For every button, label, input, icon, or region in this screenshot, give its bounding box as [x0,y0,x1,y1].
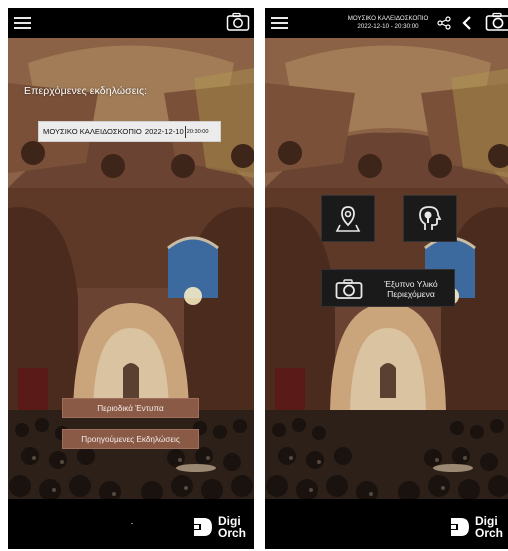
bottom-bar: Digi Orch [8,499,254,549]
camera-icon[interactable] [485,12,508,32]
footer-mark [131,523,133,524]
bottom-bar: Digi Orch [265,499,508,549]
digiorch-logo: Digi Orch [448,515,503,539]
audio-guide-button[interactable] [403,195,457,242]
event-header-datetime: 2022-12-10 - 20:30:00 [357,22,419,30]
smart-content-button[interactable]: Έξυπνο Υλικό Περιεχόμενα [321,269,455,307]
location-button[interactable] [321,195,375,242]
audio-guide-head-icon [419,205,442,230]
event-header: ΜΟΥΣΙΚΟ ΚΑΛΕΙΔΟΣΚΟΠΙΟ 2022-12-10 - 20:30… [343,15,433,30]
menu-icon[interactable] [271,17,288,29]
upcoming-event-item[interactable]: ΜΟΥΣΙΚΟ ΚΑΛΕΙΔΟΣΚΟΠΙΟ 2022-12-10 20:30:0… [38,121,221,142]
share-icon[interactable] [437,16,451,30]
camera-icon[interactable] [226,12,250,32]
periodicals-button[interactable]: Περιοδικά Έντυπα [62,398,199,418]
digiorch-logo-icon [193,518,212,536]
event-title: ΜΟΥΣΙΚΟ ΚΑΛΕΙΔΟΣΚΟΠΙΟ [43,127,142,136]
smart-content-line-1: Έξυπνο Υλικό [384,279,438,289]
right-phone-screen: ΜΟΥΣΙΚΟ ΚΑΛΕΙΔΟΣΚΟΠΙΟ 2022-12-10 - 20:30… [265,8,508,549]
event-separator [184,125,186,138]
logo-line-2: Orch [217,526,246,540]
left-phone-screen: Επερχόμενες εκδηλώσεις: ΜΟΥΣΙΚΟ ΚΑΛΕΙΔΟΣ… [8,8,254,549]
camera-icon [335,279,363,299]
top-bar [8,8,254,38]
map-pin-icon [335,205,361,232]
digiorch-logo: Digi Orch [191,515,246,539]
back-arrow-icon[interactable] [461,15,473,31]
smart-content-line-2: Περιεχόμενα [387,289,435,299]
previous-events-button[interactable]: Προηγούμενες Εκδηλώσεις [62,429,199,449]
event-time: 20:30:00 [186,128,209,135]
logo-line-2: Orch [474,526,503,540]
event-date: 2022-12-10 [144,127,184,136]
digiorch-logo-icon [450,518,469,536]
upcoming-events-heading: Επερχόμενες εκδηλώσεις: [24,85,148,97]
event-header-title: ΜΟΥΣΙΚΟ ΚΑΛΕΙΔΟΣΚΟΠΙΟ [347,15,429,22]
menu-icon[interactable] [14,17,31,29]
